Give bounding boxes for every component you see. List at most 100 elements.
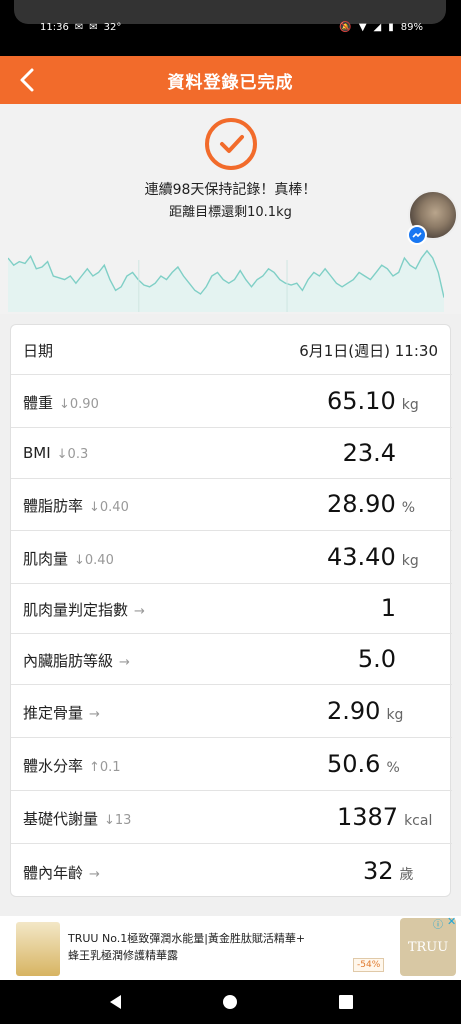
nav-recents-icon[interactable] [336,992,356,1012]
signal-icon: ◢ [373,22,382,33]
record-label: 體脂肪率 ↓0.40 [23,495,129,516]
status-right: 🔕 ▼ ◢ ▮ 89% [339,22,423,33]
record-label: 內臟脂肪等級 → [23,650,130,671]
ad-close-icon[interactable]: ✕ [447,915,456,928]
wifi-icon: ▼ [358,22,367,33]
record-value-number: 65.10 [327,386,396,415]
messenger-icon [407,225,427,245]
status-bar: 11:36 ✉ ✉ 32° 🔕 ▼ ◢ ▮ 89% [0,0,461,56]
system-nav-bar [0,980,461,1024]
record-value-number: 32 [363,856,394,885]
clock: 11:36 [40,22,69,33]
record-label: 基礎代謝量 ↓13 [23,808,131,829]
record-label: 肌肉量判定指數 → [23,599,145,620]
record-card: 日期 6月1日(週日) 11:30 體重 ↓0.90 65.10 kg BMI ↓0.3 2… [10,324,452,899]
record-value-number: 5.0 [357,644,396,673]
record-label: 推定骨量 → [23,702,100,723]
record-label-text: 體水分率 [23,756,84,775]
date-row: 日期 6月1日(週日) 11:30 [11,325,452,375]
record-row: 體脂肪率 ↓0.40 28.90% [11,479,452,531]
ad-line-2: 蜂王乳極潤修護精華露 [68,949,178,962]
ad-info-icon[interactable]: ⓘ [433,916,443,931]
record-value: 43.40 kg [327,543,419,571]
page-title: 資料登錄已完成 [167,72,294,93]
record-row: 內臟脂肪等級 → 5.0 [11,634,452,685]
ad-banner[interactable]: TRUU No.1極致彈潤水能量|黃金胜肽賦活精華+ 蜂王乳極潤修護精華露 -5… [0,915,461,980]
record-value: 23.4 [343,439,396,467]
record-label-text: 肌肉量判定指數 [23,601,129,619]
record-unit: % [401,500,416,516]
weight-trend-chart [8,249,444,312]
record-label: 體重 ↓0.90 [23,392,99,413]
record-label-text: BMI [23,443,51,462]
mute-icon: 🔕 [339,22,352,33]
record-delta: → [89,866,100,882]
record-label: 體內年齡 → [23,862,100,883]
ad-text: TRUU No.1極致彈潤水能量|黃金胜肽賦活精華+ 蜂王乳極潤修護精華露 [68,930,368,964]
record-row: BMI ↓0.3 23.4 [11,428,452,479]
date-label: 日期 [23,342,54,360]
remaining-text: 距離目標還剩10.1kg [169,205,292,220]
record-label: 體水分率 ↑0.1 [23,755,121,776]
record-label-text: 體內年齡 [23,863,84,882]
record-value: 1 [381,594,396,622]
record-label-text: 基礎代謝量 [23,809,99,828]
record-delta: ↓13 [104,812,132,828]
record-row: 推定骨量 → 2.90 kg [11,685,452,738]
record-delta: → [134,604,145,619]
record-label: 肌肉量 ↓0.40 [23,548,114,569]
nav-back-icon[interactable] [106,992,126,1012]
record-value: 28.90% [327,490,415,518]
record-value: 32 歲 [363,857,414,885]
date-value: 6月1日(週日) 11:30 [299,342,438,360]
chat-icon: ✉ [89,22,98,33]
record-value-number: 28.90 [327,490,396,518]
record-unit: 歲 [399,866,414,883]
record-value: 2.90 kg [327,697,403,725]
record-delta: ↓0.90 [59,396,99,412]
record-row: 體水分率 ↑0.1 50.6% [11,738,452,791]
record-label: BMI ↓0.3 [23,444,88,462]
record-value-number: 50.6 [327,749,381,778]
streak-text: 連續98天保持記錄！真棒！ [144,182,317,198]
record-unit: kcal [404,812,433,829]
summary-panel: 連續98天保持記錄！真棒！ 距離目標還剩10.1kg [0,104,461,314]
record-delta: ↑0.1 [89,759,121,775]
record-label-text: 體重 [23,393,54,412]
message-icon: ✉ [74,22,84,33]
record-label-text: 內臟脂肪等級 [23,651,114,670]
record-delta: ↓0.40 [74,552,114,568]
record-value: 50.6% [327,750,400,778]
record-label-text: 體脂肪率 [23,497,84,515]
record-label-text: 肌肉量 [23,549,69,568]
ad-product-image [16,922,60,976]
record-unit: kg [401,396,419,413]
status-left: 11:36 ✉ ✉ 32° [40,22,121,33]
record-value: 1387 kcal [337,803,432,831]
back-button[interactable] [10,62,44,98]
record-value-number: 23.4 [342,438,396,467]
record-value: 65.10 kg [327,387,419,415]
status-bar-pill [14,0,446,24]
record-delta: ↓0.3 [56,446,89,462]
check-icon [205,118,257,170]
battery-percent: 89% [400,22,423,33]
record-unit: kg [386,706,404,723]
record-row: 肌肉量 ↓0.40 43.40 kg [11,531,452,584]
ad-line-1: TRUU No.1極致彈潤水能量|黃金胜肽賦活精華+ [68,932,306,945]
battery-icon: ▮ [388,22,394,33]
record-unit: % [386,759,400,776]
record-row: 基礎代謝量 ↓13 1387 kcal [11,791,452,844]
record-value-number: 1 [380,594,396,622]
record-unit: kg [401,552,419,569]
record-row: 體內年齡 → 32 歲 [11,844,452,899]
ad-discount-badge: -54% [353,958,385,972]
nav-home-icon[interactable] [220,992,240,1012]
record-row: 體重 ↓0.90 65.10 kg [11,375,452,428]
record-delta: ↓0.40 [89,500,129,515]
chevron-left-icon [20,68,34,92]
record-value-number: 1387 [337,802,399,831]
record-value-number: 43.40 [327,542,396,571]
record-delta: → [89,706,100,722]
app-header: 資料登錄已完成 [0,56,461,104]
